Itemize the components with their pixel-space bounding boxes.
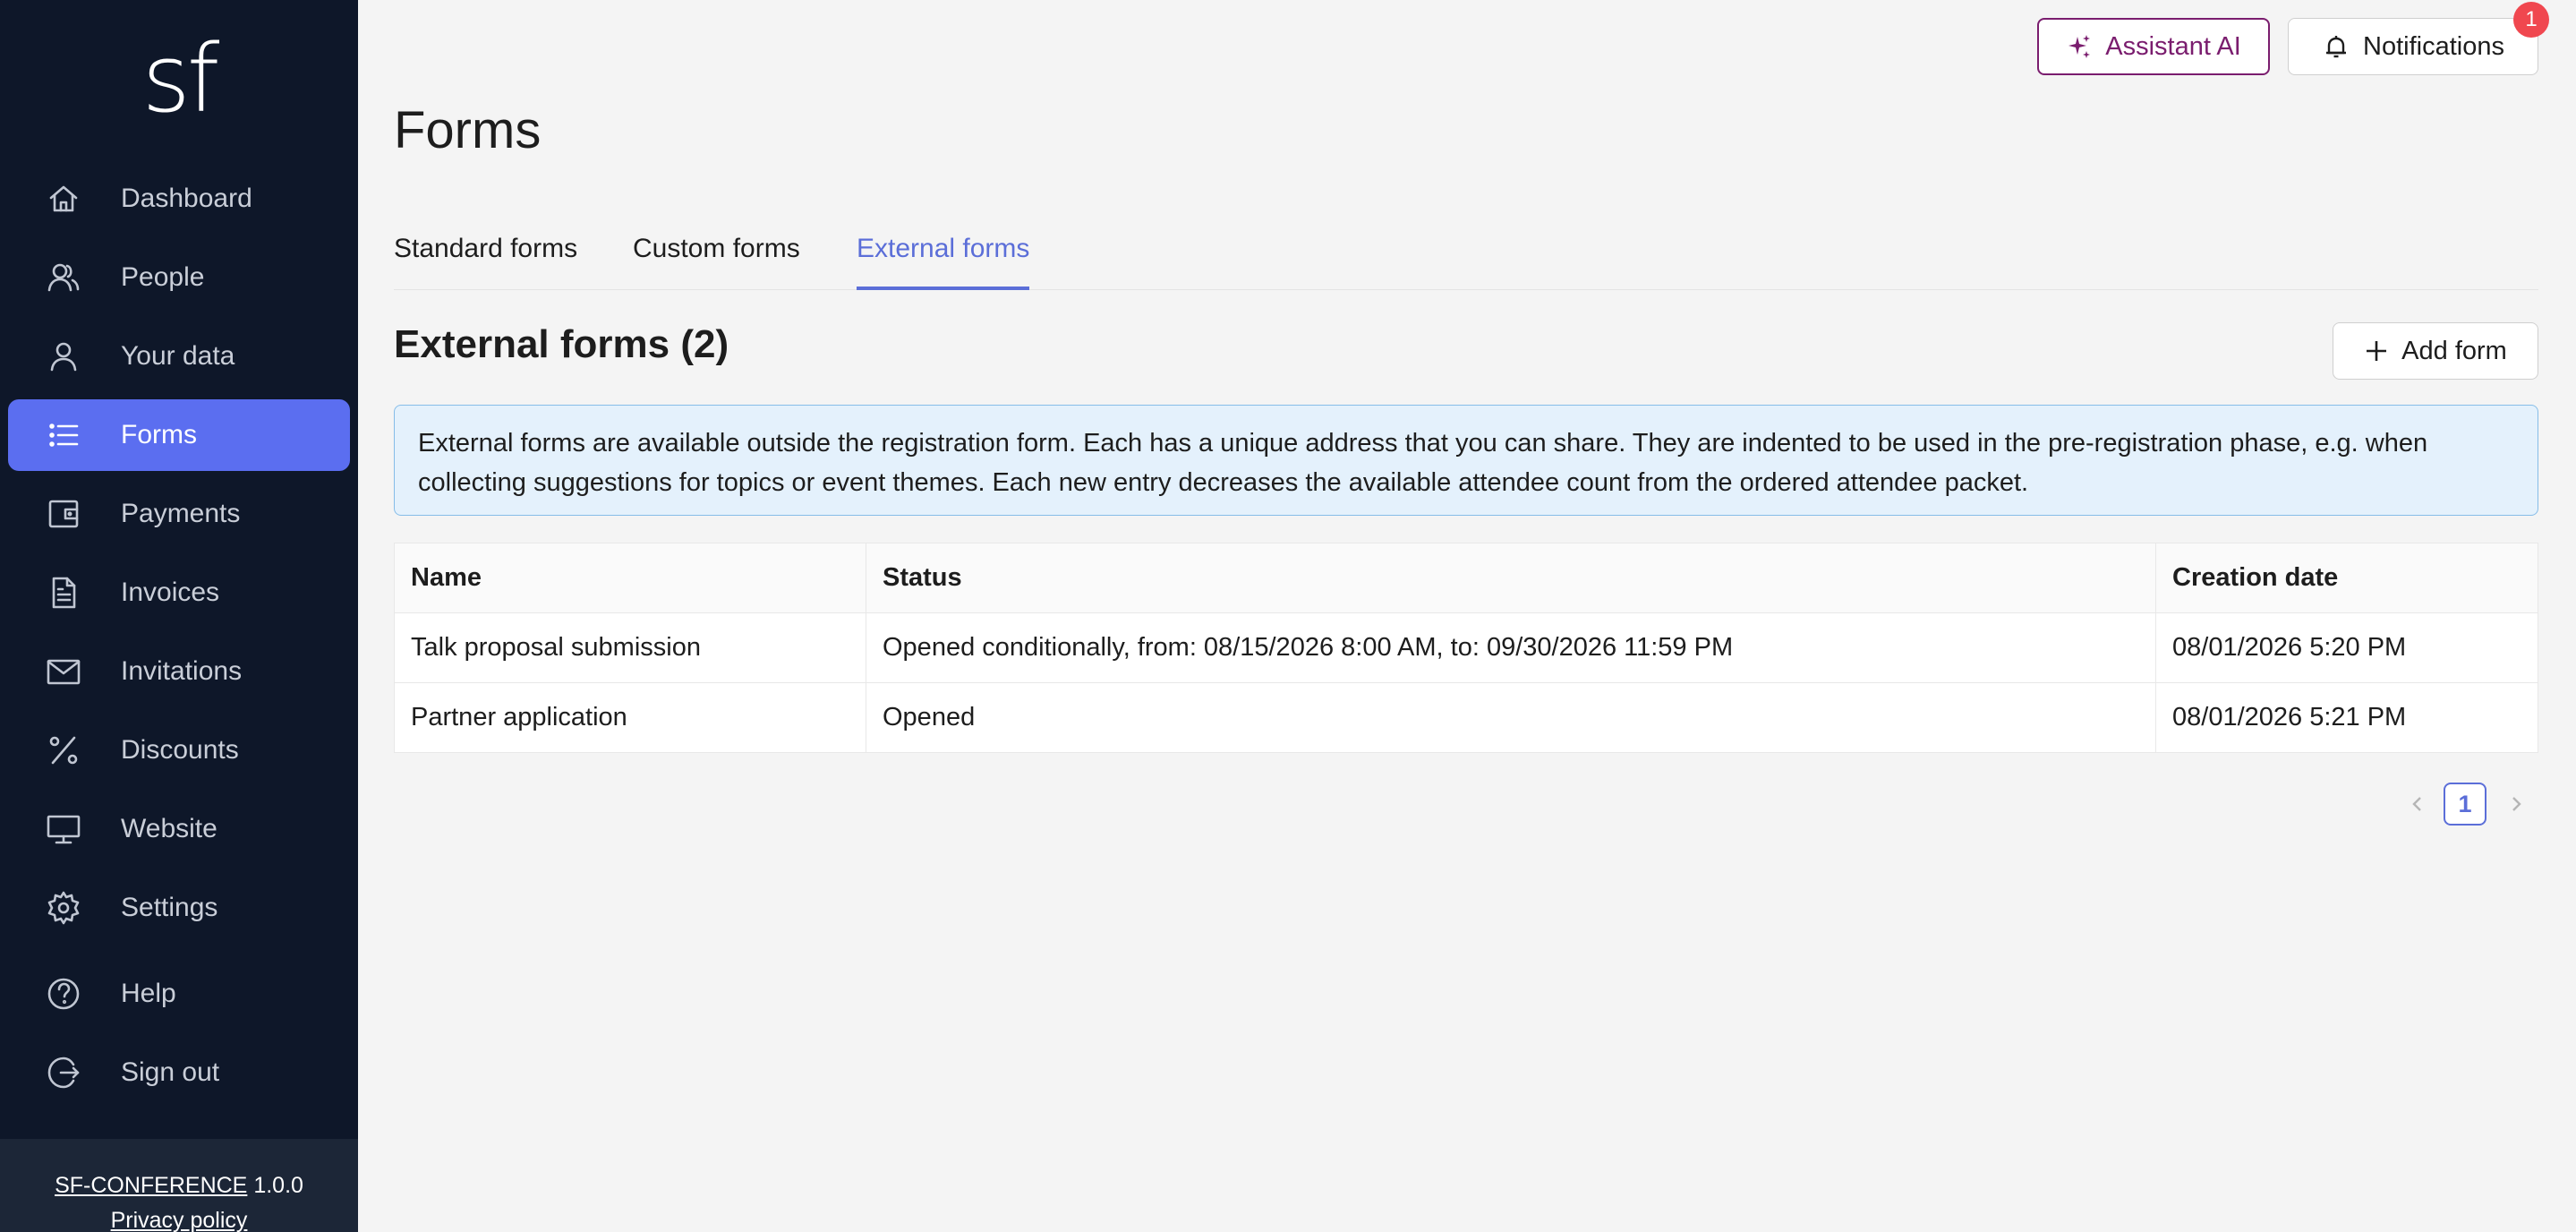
table-row[interactable]: Partner application Opened 08/01/2026 5:… [394,682,2538,753]
gear-icon [46,890,81,926]
forms-tabs: Standard forms Custom forms External for… [394,224,2538,290]
sidebar-item-help[interactable]: Help [8,958,350,1030]
sidebar-item-label: Invitations [121,656,243,686]
sidebar-item-label: Help [121,979,176,1008]
column-header-status[interactable]: Status [866,543,2156,613]
sidebar-item-website[interactable]: Website [8,793,350,865]
column-header-name[interactable]: Name [394,543,866,613]
section-title: External forms (2) [394,322,729,366]
assistant-ai-button[interactable]: Assistant AI [2037,18,2270,75]
pagination-page-button[interactable]: 1 [2444,783,2486,826]
version-label: 1.0.0 [253,1173,303,1198]
add-form-label: Add form [2401,336,2507,365]
logo[interactable]: sf [0,25,358,133]
column-header-creation-date[interactable]: Creation date [2155,543,2538,613]
tab-standard-forms[interactable]: Standard forms [394,224,577,290]
document-icon [46,575,81,611]
sidebar-item-forms[interactable]: Forms [8,399,350,471]
info-alert: External forms are available outside the… [394,405,2538,516]
chevron-right-icon [2512,797,2521,811]
sidebar-item-sign-out[interactable]: Sign out [8,1037,350,1108]
monitor-icon [46,811,81,847]
add-form-button[interactable]: Add form [2333,322,2538,380]
table-row[interactable]: Talk proposal submission Opened conditio… [394,612,2538,683]
bell-icon [2326,36,2347,58]
sidebar-item-discounts[interactable]: Discounts [8,714,350,786]
table-header-row: Name Status Creation date [394,543,2538,613]
notification-count-badge: 1 [2513,2,2549,38]
sidebar-item-label: Discounts [121,735,239,765]
notifications-button[interactable]: Notifications [2288,18,2538,75]
sidebar-item-people[interactable]: People [8,242,350,313]
cell-creation-date: 08/01/2026 5:20 PM [2155,612,2538,683]
cell-creation-date: 08/01/2026 5:21 PM [2172,703,2407,732]
pagination-next-button[interactable] [2503,786,2529,822]
pagination-prev-button[interactable] [2404,786,2431,822]
sidebar-item-label: Forms [121,420,197,449]
sidebar-item-payments[interactable]: Payments [8,478,350,550]
sidebar-footer: SF-CONFERENCE 1.0.0 Privacy policy [0,1139,358,1232]
user-icon [46,338,81,374]
home-icon [46,181,81,217]
sidebar-item-settings[interactable]: Settings [8,872,350,944]
sidebar-item-label: Website [121,814,218,843]
plus-icon [2367,341,2387,361]
sidebar-item-invitations[interactable]: Invitations [8,636,350,707]
sidebar-item-invoices[interactable]: Invoices [8,557,350,629]
tab-external-forms[interactable]: External forms [857,224,1030,290]
help-icon [46,976,81,1012]
sidebar-item-dashboard[interactable]: Dashboard [8,163,350,235]
people-icon [46,260,81,295]
brand-link[interactable]: SF-CONFERENCE [55,1173,247,1198]
sidebar-item-label: Invoices [121,578,220,607]
page-title: Forms [394,101,542,159]
privacy-policy-link[interactable]: Privacy policy [0,1208,358,1232]
wallet-icon [46,496,81,532]
sidebar-item-label: Payments [121,499,241,528]
cell-status: Opened [866,682,2156,753]
sidebar-item-label: Dashboard [121,184,252,213]
sidebar-item-label: Settings [121,893,218,922]
chevron-left-icon [2412,797,2421,811]
sidebar: sf Dashboard People Your data Forms Paym… [0,0,358,1232]
sidebar-item-label: People [121,262,205,292]
external-forms-table: Name Status Creation date Talk proposal … [394,543,2538,753]
list-icon [46,417,81,453]
notifications-label: Notifications [2363,31,2504,61]
cell-name[interactable]: Talk proposal submission [394,612,866,683]
sidebar-item-your-data[interactable]: Your data [8,321,350,392]
assistant-ai-label: Assistant AI [2105,31,2241,61]
sign-out-icon [46,1055,81,1091]
tab-custom-forms[interactable]: Custom forms [633,224,800,290]
sparkle-icon [2068,35,2091,58]
cell-status: Opened conditionally, from: 08/15/2026 8… [866,612,2156,683]
cell-name[interactable]: Partner application [394,682,866,753]
percent-icon [46,732,81,768]
mail-icon [46,654,81,689]
sidebar-item-label: Your data [121,341,235,371]
sidebar-item-label: Sign out [121,1057,220,1087]
